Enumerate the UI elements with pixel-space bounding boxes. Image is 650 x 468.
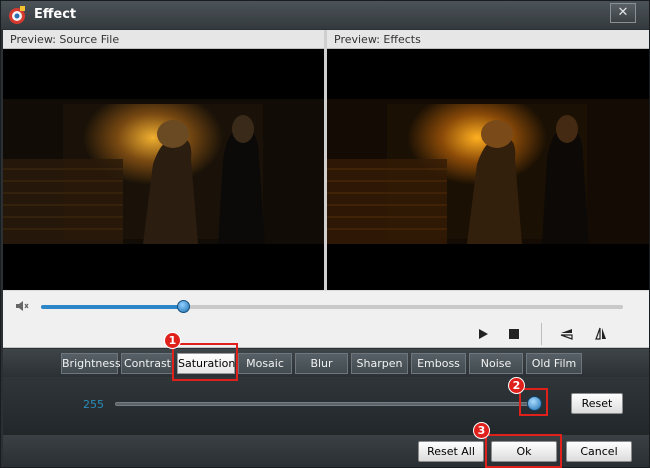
tab-label: Blur: [310, 357, 333, 370]
effect-tabs: Brightness Contrast Saturation Mosaic Bl…: [3, 349, 649, 376]
stop-icon[interactable]: [507, 327, 521, 341]
seek-bar-area: [3, 290, 649, 320]
tab-noise[interactable]: Noise: [469, 353, 523, 374]
tab-label: Mosaic: [246, 357, 284, 370]
tab-brightness[interactable]: Brightness: [61, 353, 121, 374]
reset-button[interactable]: Reset: [571, 393, 623, 414]
close-icon: ✕: [617, 5, 629, 20]
tab-label: Sharpen: [356, 357, 403, 370]
highlight-slider-thumb: [519, 388, 548, 416]
source-preview-label: Preview: Source File: [3, 30, 324, 49]
tab-label: Old Film: [531, 357, 577, 370]
adjustment-panel: 255 Reset: [3, 377, 649, 435]
tab-blur[interactable]: Blur: [295, 353, 348, 374]
title-bar: Effect ✕: [1, 1, 649, 29]
play-icon[interactable]: [476, 327, 490, 341]
source-video-preview: [3, 49, 324, 290]
reset-all-button[interactable]: Reset All: [418, 441, 484, 462]
tab-contrast[interactable]: Contrast: [121, 353, 174, 374]
window-title: Effect: [34, 7, 77, 22]
close-button[interactable]: ✕: [610, 3, 636, 23]
flip-horizontal-icon[interactable]: [594, 327, 608, 341]
saturation-slider-track[interactable]: [115, 402, 535, 406]
annotation-badge-3: 3: [473, 422, 490, 439]
tab-sharpen[interactable]: Sharpen: [351, 353, 408, 374]
app-logo-icon: [9, 6, 25, 24]
effects-preview-label: Preview: Effects: [327, 30, 649, 49]
annotation-badge-2: 2: [508, 377, 525, 394]
volume-icon[interactable]: [15, 299, 29, 313]
effects-video-frame: [327, 49, 649, 290]
tab-label: Emboss: [417, 357, 460, 370]
flip-vertical-icon[interactable]: [560, 327, 574, 341]
annotation-badge-1: 1: [164, 332, 181, 349]
tab-old-film[interactable]: Old Film: [526, 353, 582, 374]
cancel-button[interactable]: Cancel: [566, 441, 632, 462]
tab-label: Brightness: [62, 357, 121, 370]
highlight-ok-button: [485, 434, 562, 468]
highlight-saturation-tab: [172, 343, 238, 381]
controls-separator: [541, 323, 542, 345]
tab-label: Noise: [480, 357, 512, 370]
source-video-frame: [3, 49, 324, 290]
saturation-value: 255: [83, 398, 104, 411]
effect-dialog: Effect ✕ Preview: Source File Preview: E…: [0, 0, 650, 468]
tab-label: Contrast: [123, 357, 171, 370]
tab-emboss[interactable]: Emboss: [411, 353, 466, 374]
seek-thumb[interactable]: [176, 300, 190, 313]
playback-controls: [3, 320, 649, 348]
tab-mosaic[interactable]: Mosaic: [238, 353, 292, 374]
effects-video-preview: [327, 49, 649, 290]
seek-progress-fill: [41, 305, 184, 309]
